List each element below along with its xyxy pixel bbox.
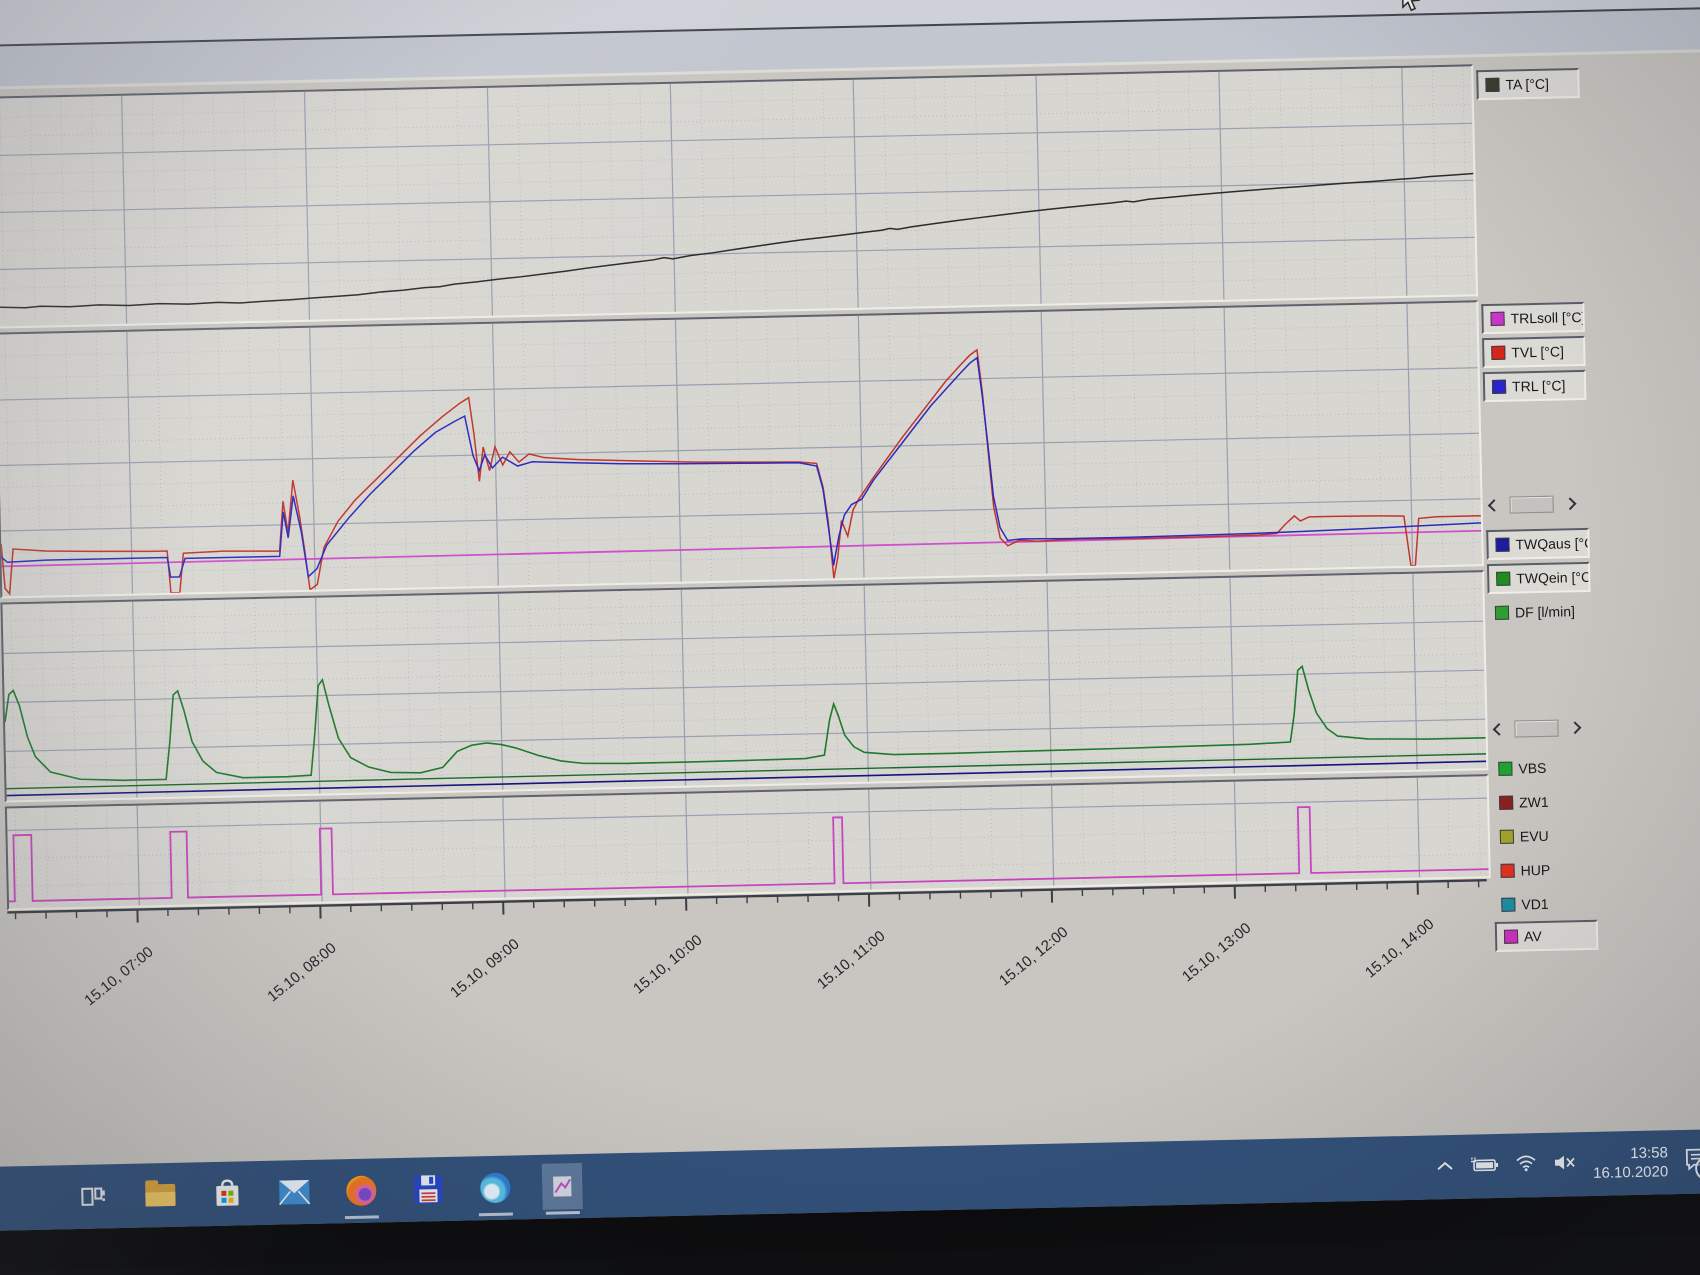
mouse-cursor [1400, 0, 1425, 19]
twqaus-color-chip [1495, 538, 1509, 552]
battery-icon[interactable] [1469, 1155, 1499, 1177]
running-indicator [546, 1211, 580, 1215]
legend-label: TVL [°C] [1511, 343, 1564, 360]
time-axis-labels: 15.10, 07:00 15.10, 08:00 15.10, 09:00 1… [8, 900, 1492, 1112]
chevron-left-icon [1487, 499, 1500, 512]
legend-label: TWQaus [°C] [1515, 535, 1589, 553]
chart-panel-outdoor-temp[interactable] [0, 64, 1478, 328]
hup-color-chip [1500, 864, 1514, 878]
scrollbar-thumb[interactable] [1509, 495, 1553, 513]
legend-item-evu[interactable]: EVU [1493, 822, 1593, 850]
legend-item-tvl[interactable]: TVL [°C] [1482, 336, 1586, 368]
wifi-icon[interactable] [1515, 1154, 1537, 1176]
ta-color-chip [1485, 78, 1499, 92]
legend-item-twqein[interactable]: TWQein [°C] [1487, 562, 1591, 594]
axis-label: 15.10, 08:00 [242, 939, 339, 1023]
legend-item-vbs[interactable]: VBS [1491, 754, 1591, 782]
envelope-icon [278, 1179, 311, 1206]
edge-logo [480, 1173, 511, 1204]
legend-label: DF [l/min] [1515, 603, 1575, 620]
chevron-right-icon [1563, 497, 1576, 510]
legend-item-trl[interactable]: TRL [°C] [1483, 370, 1587, 402]
tray-chevron-up-icon[interactable] [1437, 1158, 1453, 1176]
file-explorer-icon[interactable] [141, 1173, 180, 1218]
trlsoll-color-chip [1490, 312, 1504, 326]
trl-color-chip [1492, 380, 1506, 394]
volume-muted-icon[interactable] [1553, 1153, 1577, 1177]
legend-label: EVU [1520, 828, 1549, 845]
legend-item-vd1[interactable]: VD1 [1494, 890, 1594, 918]
legend-column: TA [°C] TRLsoll [°C] TVL [°C] TRL [°C] T… [1476, 62, 1598, 1064]
legend-label: ZW1 [1519, 794, 1549, 811]
chart-panel-source-flow[interactable] [0, 570, 1488, 802]
legend-item-zw1[interactable]: ZW1 [1492, 788, 1592, 816]
legend-item-ta[interactable]: TA [°C] [1476, 68, 1580, 100]
axis-label: 15.10, 07:00 [59, 943, 156, 1027]
axis-label: 15.10, 10:00 [608, 931, 705, 1015]
mail-icon[interactable] [275, 1170, 314, 1215]
action-center-icon[interactable]: 1 [1684, 1147, 1700, 1177]
screen-photo: 15.10, 07:00 15.10, 08:00 15.10, 09:00 1… [0, 0, 1700, 1275]
monitor-screen: 15.10, 07:00 15.10, 08:00 15.10, 09:00 1… [0, 0, 1700, 1247]
legend-item-hup[interactable]: HUP [1493, 856, 1593, 884]
axis-label: 15.10, 11:00 [791, 927, 888, 1011]
legend-item-twqaus[interactable]: TWQaus [°C] [1486, 528, 1590, 560]
task-view-glyph [79, 1182, 108, 1211]
vbs-color-chip [1498, 762, 1512, 776]
logger-save-icon[interactable] [409, 1167, 448, 1212]
legend-label: VD1 [1521, 896, 1549, 913]
evu-color-chip [1500, 830, 1514, 844]
taskbar-clock[interactable]: 13:58 16.10.2020 [1593, 1143, 1669, 1183]
clock-time: 13:58 [1593, 1143, 1668, 1164]
vd1-color-chip [1501, 898, 1515, 912]
zw1-color-chip [1499, 796, 1513, 810]
edge-icon[interactable] [476, 1165, 515, 1210]
chart-area: 15.10, 07:00 15.10, 08:00 15.10, 09:00 1… [0, 64, 1495, 1096]
legend-label: TRLsoll [°C] [1510, 309, 1584, 327]
axis-label: 15.10, 09:00 [425, 935, 522, 1019]
running-indicator [479, 1213, 513, 1217]
folder-icon [145, 1184, 175, 1207]
legend-scrollbar-2 [1490, 718, 1582, 738]
legend-scrollbar-1 [1485, 494, 1577, 514]
running-indicator [345, 1215, 379, 1219]
legend-label: HUP [1520, 862, 1550, 879]
firefox-logo [346, 1175, 377, 1206]
scroll-right-button[interactable] [1561, 495, 1577, 511]
clock-date: 16.10.2020 [1593, 1162, 1668, 1183]
store-bag-icon [213, 1178, 242, 1209]
legend-item-trlsoll[interactable]: TRLsoll [°C] [1481, 302, 1585, 334]
axis-label: 15.10, 12:00 [974, 923, 1071, 1007]
legend-item-df[interactable]: DF [l/min] [1488, 598, 1588, 626]
legend-label: TA [°C] [1505, 76, 1549, 93]
twqein-color-chip [1496, 572, 1510, 586]
scroll-left-button[interactable] [1485, 497, 1501, 513]
firefox-icon[interactable] [342, 1168, 381, 1213]
axis-label: 15.10, 14:00 [1340, 916, 1437, 1000]
active-chart-app-button[interactable] [543, 1164, 582, 1209]
axis-label: 15.10, 13:00 [1157, 919, 1254, 1003]
scroll-left-button[interactable] [1490, 721, 1506, 737]
legend-label: TWQein [°C] [1516, 569, 1590, 587]
task-view-icon[interactable] [74, 1174, 113, 1219]
df-color-chip [1495, 606, 1509, 620]
scrollbar-thumb[interactable] [1514, 719, 1558, 737]
chevron-left-icon [1492, 723, 1505, 736]
tvl-color-chip [1491, 346, 1505, 360]
legend-label: VBS [1518, 760, 1546, 777]
scroll-right-button[interactable] [1566, 719, 1582, 735]
floppy-disk-icon [413, 1174, 444, 1205]
av-color-chip [1504, 930, 1518, 944]
chart-panel-heating-temps[interactable] [0, 300, 1484, 598]
chart-app-icon [549, 1173, 576, 1200]
legend-label: TRL [°C] [1512, 377, 1566, 394]
legend-item-av[interactable]: AV [1495, 920, 1599, 952]
legend-label: AV [1524, 928, 1542, 944]
chevron-right-icon [1568, 721, 1581, 734]
microsoft-store-icon[interactable] [208, 1171, 247, 1216]
